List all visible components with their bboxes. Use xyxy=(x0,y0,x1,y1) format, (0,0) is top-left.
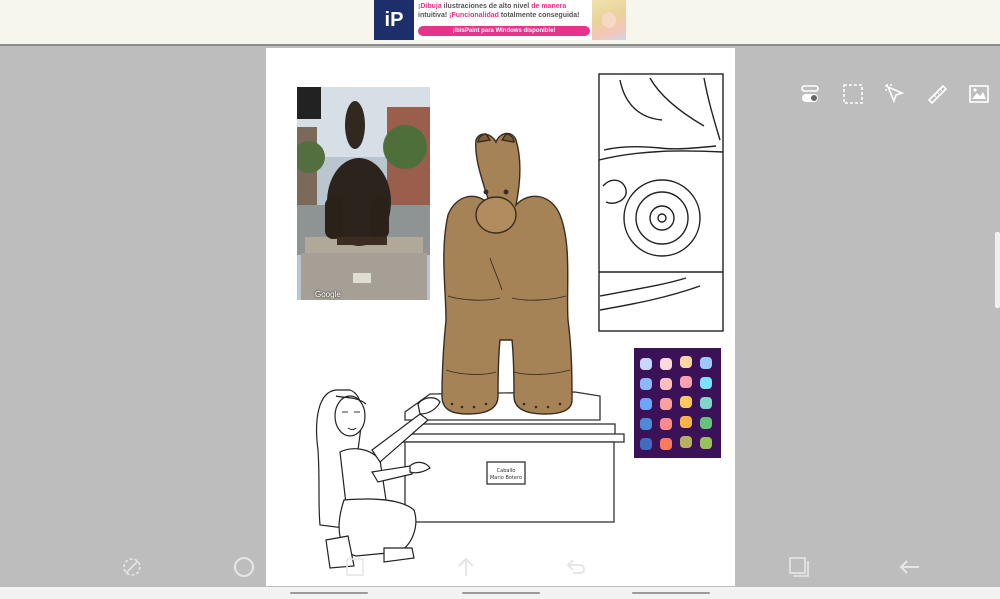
image-icon[interactable] xyxy=(967,82,991,106)
bottom-toolbar xyxy=(0,550,1000,590)
system-home-indicator[interactable] xyxy=(462,592,540,594)
selection-icon[interactable] xyxy=(841,82,865,106)
scroll-handle[interactable] xyxy=(995,232,1000,308)
color-palette-image xyxy=(634,348,721,458)
layer-toggle-icon[interactable] xyxy=(799,82,823,106)
layer-icon[interactable] xyxy=(340,552,370,582)
plaque-line-1: Caballo xyxy=(497,468,516,474)
pedestal-drawing xyxy=(399,391,625,523)
brush-settings-icon[interactable] xyxy=(117,552,147,582)
system-navigation-bar xyxy=(0,587,1000,599)
ruler-icon[interactable] xyxy=(925,82,949,106)
layers-panel-icon[interactable] xyxy=(784,552,814,582)
redo-icon[interactable] xyxy=(673,552,703,582)
system-back-indicator[interactable] xyxy=(632,592,710,594)
plaque-line-2: Mario Botero xyxy=(490,475,522,481)
import-arrow-icon[interactable] xyxy=(451,552,481,582)
undo-icon[interactable] xyxy=(562,552,592,582)
transform-icon[interactable] xyxy=(883,82,907,106)
system-recents-indicator[interactable] xyxy=(290,592,368,594)
back-icon[interactable] xyxy=(895,552,925,582)
color-circle-icon[interactable] xyxy=(229,552,259,582)
sketch-reference xyxy=(598,73,724,332)
horse-drawing xyxy=(441,132,573,415)
